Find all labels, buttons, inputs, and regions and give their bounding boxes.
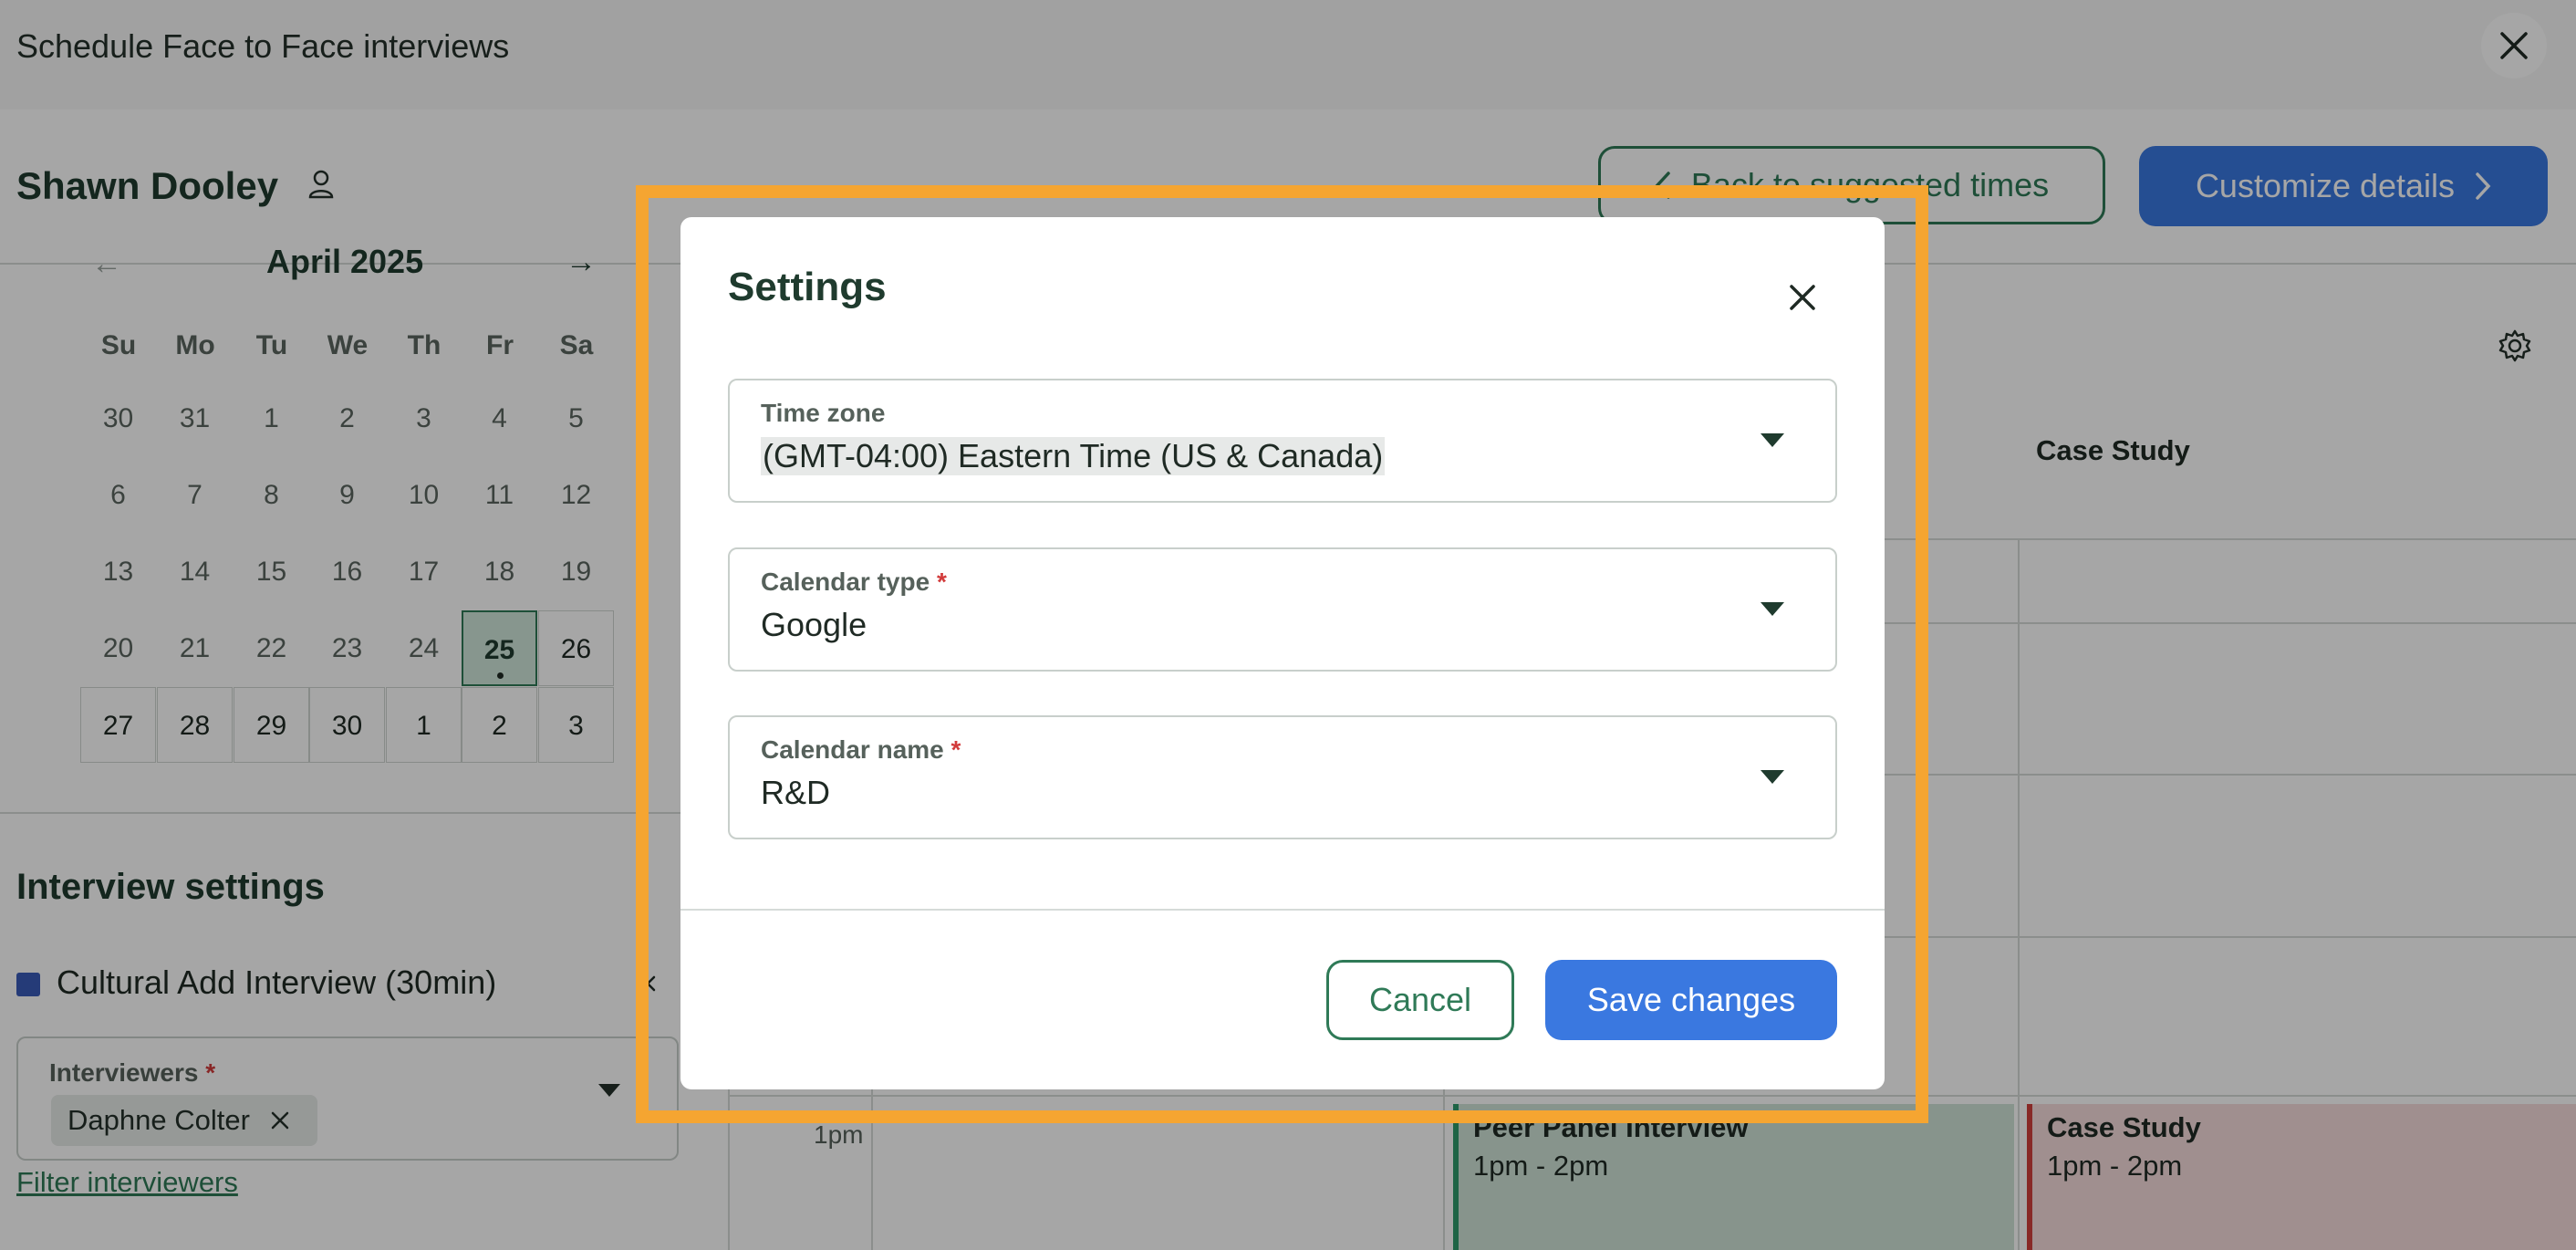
annotation-highlight-box: [636, 185, 1928, 1123]
